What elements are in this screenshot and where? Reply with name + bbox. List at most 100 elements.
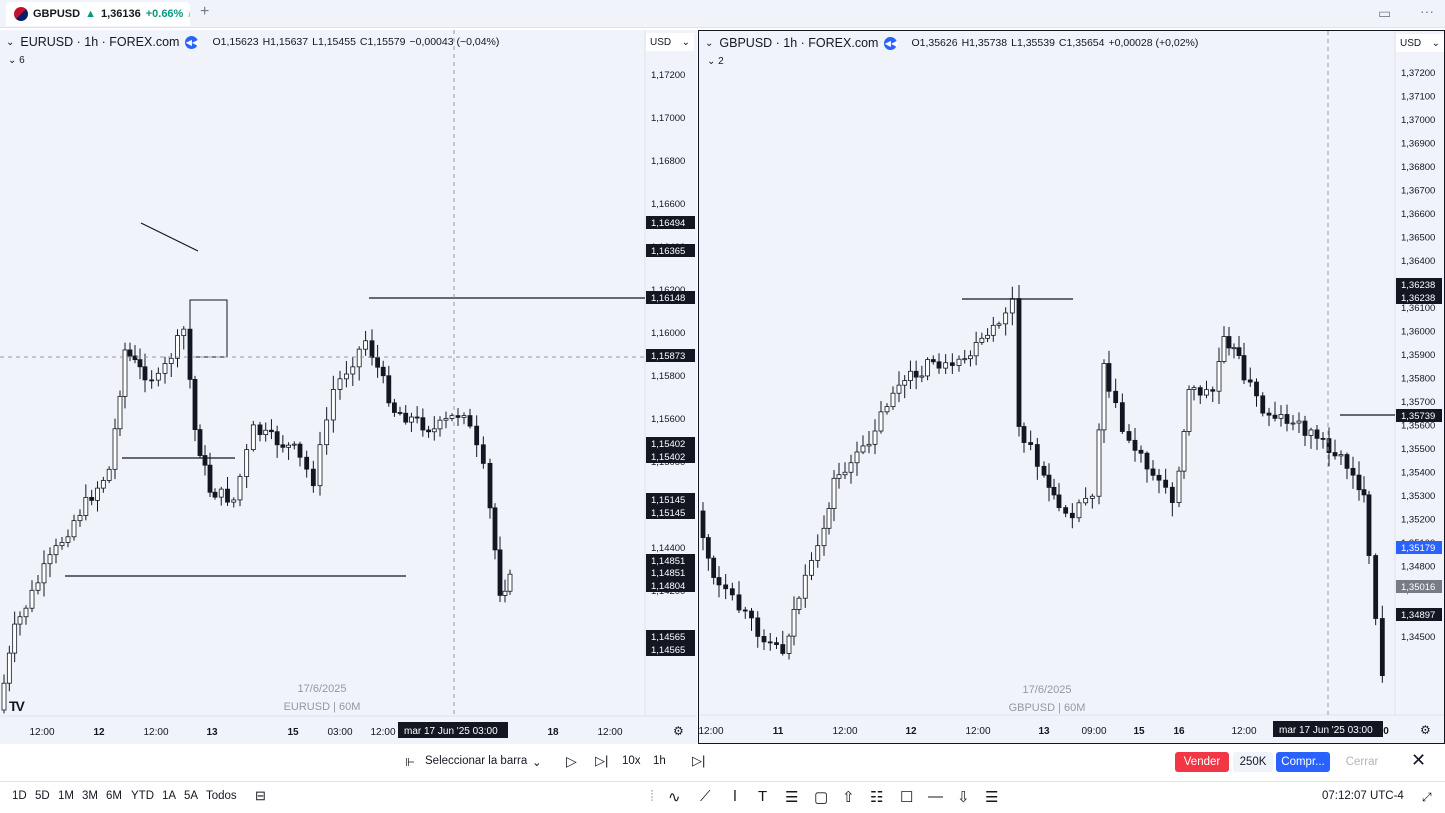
close-position-button[interactable]: Cerrar [1334,752,1390,772]
select-bar-icon[interactable]: ⊩ [405,755,415,769]
candle-up [356,348,362,368]
replay-speed[interactable]: 10x [622,755,641,767]
close-icon[interactable]: ✕ [1411,750,1426,771]
vertical-line-icon[interactable]: ǀ [733,788,737,805]
price-label: 1,34897 [1401,610,1435,621]
eurusd-chart-canvas[interactable]: 1,172001,170001,168001,166001,164001,162… [0,30,697,744]
range-1a[interactable]: 1A [162,790,176,802]
trend-icon[interactable]: ∿ [668,788,681,806]
price-tick-label: 1,34800 [1401,562,1435,573]
candle-down [1366,494,1372,556]
plus-icon[interactable]: + [200,3,209,21]
chart-collapse-icon[interactable]: ⌄ [705,38,713,49]
select-bar-button[interactable]: Seleccionar la barra [425,755,527,767]
settings-icon: ⚙ [1420,723,1431,737]
gbpusd-chart-pane[interactable]: 1,37200 1,37100 1,37000 1,36900 1,36800 1,367… [698,30,1445,744]
candle-up [1216,361,1222,392]
range-3m[interactable]: 3M [82,790,98,802]
candle-down [711,557,717,578]
layout-icon[interactable]: ▭ [1378,5,1391,22]
price-label: 1,35739 [1401,411,1435,422]
range-5d[interactable]: 5D [35,790,50,802]
candle-down [1373,555,1379,619]
price-tick-label: 1,35800 [1401,374,1435,385]
candle-up [1231,347,1237,350]
candle-down [269,429,274,433]
parallel-channel-icon[interactable]: ☷ [870,788,883,806]
replay-interval[interactable]: 1h [653,755,666,767]
tradingview-logo[interactable]: TV [9,698,25,714]
gbpusd-chart-canvas[interactable]: 1,37200 1,37100 1,37000 1,36900 1,36800 1,367… [699,31,1444,743]
range-1d[interactable]: 1D [12,790,27,802]
candle-up [350,366,356,375]
candle-down [310,468,316,487]
time-tick-label: 12:00 [370,727,395,738]
price-label: 1,36238 [1401,280,1435,291]
candle-down [1302,420,1308,436]
candle-up [821,527,827,547]
currency-select[interactable]: USD ⌄ [1396,34,1444,52]
brush-icon[interactable]: ⟋ [700,788,711,805]
fib-icon[interactable]: ☰ [985,788,998,806]
candle-up [796,597,802,610]
chevron-down-icon: ⌄ [1431,37,1440,49]
fullscreen-icon[interactable]: ⤢ [1422,790,1432,805]
line-icon[interactable]: — [928,788,943,805]
callout-icon[interactable]: ☐ [900,788,913,806]
price-label: 1,15145 [651,495,685,506]
price-tick-label: 1,14400 [651,543,685,554]
range-todos[interactable]: Todos [206,790,237,802]
candle-up [1089,495,1095,499]
gbpusd-ticker[interactable]: GBPUSD · 1h · FOREX.com [719,36,878,50]
range-5a[interactable]: 5A [184,790,198,802]
candle-down [1241,355,1247,381]
eurusd-legend: ⌄ EURUSD · 1h · FOREX.com ◀◀ O1,15623 H1… [6,35,499,49]
go-live-icon[interactable]: ◀◀ [884,36,898,50]
chart-tab[interactable]: GBPUSD ▲ 1,36136 +0.66% / N [6,2,190,26]
price-label: 1,16148 [651,293,685,304]
candle-down [1247,379,1253,383]
range-ytd[interactable]: YTD [131,790,154,802]
range-6m[interactable]: 6M [106,790,122,802]
quantity-field[interactable]: 250K [1233,752,1273,772]
candle-up [1009,298,1015,314]
candle-up [47,554,53,565]
candle-up [461,415,467,418]
buy-button[interactable]: Compr... [1276,752,1330,772]
sell-button[interactable]: Vender [1175,752,1229,772]
arrow-down-icon[interactable]: ⇩ [957,788,970,806]
range-1m[interactable]: 1M [58,790,74,802]
chevron-down-icon[interactable]: ⌄ [532,755,542,769]
candle-up [1176,470,1182,503]
text-icon[interactable]: T [758,788,767,805]
eurusd-chart-pane[interactable]: 1,172001,170001,168001,166001,164001,162… [0,30,697,744]
price-tick-label: 1,37000 [1401,115,1435,126]
go-live-icon[interactable]: ◀◀ [185,35,199,49]
candle-down [202,455,208,466]
chart-collapse-icon[interactable]: ⌄ [6,37,14,48]
indicator-toggle[interactable]: ⌄ 6 [8,55,25,66]
candle-up [925,359,930,377]
candle-down [1113,390,1119,404]
candle-down [497,549,503,596]
currency-select[interactable]: USD ⌄ [646,33,694,51]
eurusd-ticker[interactable]: EURUSD · 1h · FOREX.com [20,35,179,49]
rectangle-icon[interactable]: ▢ [814,788,828,806]
candle-down [930,359,936,363]
more-icon[interactable]: ··· [1420,3,1434,19]
exit-replay-icon[interactable]: ▷| [692,753,705,769]
calendar-icon[interactable]: ⊟ [255,788,266,804]
candle-up [962,358,968,361]
ohlc-open: O1,15623 [212,36,259,48]
candle-up [250,424,256,450]
candle-up [985,334,990,339]
drag-handle-icon[interactable]: ⁞ [650,788,654,805]
candle-up [71,520,77,538]
indicator-toggle[interactable]: ⌄ 2 [707,56,724,67]
horizontal-lines-icon[interactable]: ☰ [785,788,798,806]
arrow-up-icon[interactable]: ⇧ [842,788,855,806]
step-forward-icon[interactable]: ▷| [595,753,608,769]
candle-down [1254,381,1259,397]
candle-down [1314,429,1320,439]
play-icon[interactable]: ▷ [566,753,577,770]
